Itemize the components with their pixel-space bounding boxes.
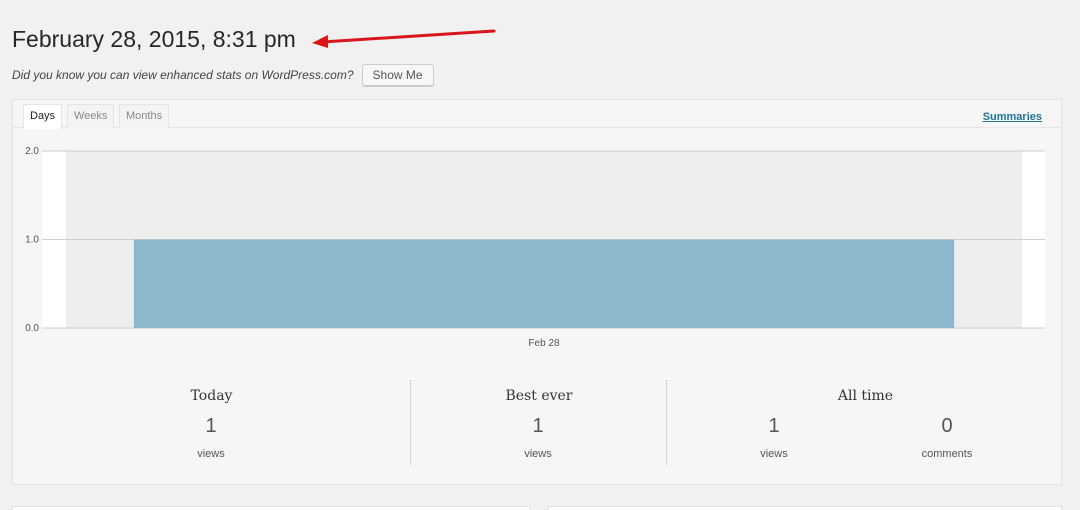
red-arrow-annotation: [312, 29, 496, 48]
summary-heading-best-ever: Best ever: [505, 388, 573, 404]
summary-all-time: All time 1 views 0 comments: [666, 380, 1064, 466]
summary-best-ever: Best ever 1 views: [410, 380, 667, 466]
stats-summary: Today 1 views Best ever 1 views All time…: [13, 380, 1063, 470]
all-time-comments-label: comments: [921, 448, 973, 460]
y-tick-label: 1.0: [25, 235, 39, 246]
all-time-comments: 0 comments: [887, 414, 1007, 460]
show-me-button[interactable]: Show Me: [361, 64, 434, 86]
y-tick-label: 2.0: [25, 146, 39, 157]
period-tabs: Days Weeks Months Summaries: [13, 100, 1061, 129]
bottom-widget-left: [12, 506, 530, 510]
tab-months[interactable]: Months: [119, 104, 170, 128]
stats-panel: Days Weeks Months Summaries 0.0 1.0 2.0 Feb…: [12, 99, 1062, 485]
all-time-views-label: views: [760, 448, 788, 460]
best-ever-views: 1 views: [478, 414, 598, 460]
bottom-widget-right: [548, 506, 1062, 510]
tab-days[interactable]: Days: [23, 104, 63, 129]
promo-text: Did you know you can view enhanced stats…: [12, 68, 354, 82]
all-time-views-value: 1: [768, 415, 780, 437]
views-chart: 0.0 1.0 2.0 Feb 28: [25, 146, 1045, 349]
all-time-comments-value: 0: [941, 415, 953, 437]
summary-heading-all-time: All time: [837, 388, 894, 404]
stats-page: February 28, 2015, 8:31 pm Did you know …: [0, 0, 1080, 510]
best-ever-views-value: 1: [532, 415, 544, 437]
today-views-value: 1: [205, 415, 217, 437]
best-ever-views-label: views: [524, 448, 552, 460]
summaries-link[interactable]: Summaries: [983, 111, 1042, 123]
tab-weeks[interactable]: Weeks: [67, 104, 115, 128]
x-tick-label: Feb 28: [528, 338, 560, 349]
summary-today: Today 1 views: [13, 380, 410, 466]
today-views: 1 views: [151, 414, 271, 460]
all-time-views: 1 views: [714, 414, 834, 460]
chart-bar: [133, 239, 955, 328]
page-title: February 28, 2015, 8:31 pm: [12, 26, 296, 52]
summary-heading-today: Today: [190, 388, 233, 404]
y-tick-label: 0.0: [25, 323, 39, 334]
today-views-label: views: [197, 448, 225, 460]
enhanced-stats-promo: Did you know you can view enhanced stats…: [12, 64, 434, 86]
